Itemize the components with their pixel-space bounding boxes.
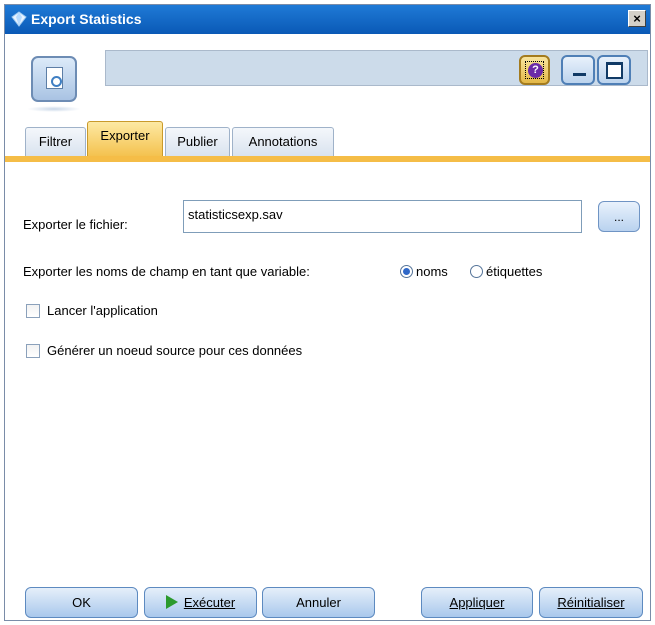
dialog-window: Export Statistics × ? Filtrer Exporter P…: [4, 4, 651, 621]
run-button[interactable]: Exécuter: [144, 587, 257, 618]
play-icon: [165, 595, 178, 609]
launch-application-checkbox[interactable]: [26, 304, 40, 318]
export-panel: Exporter le fichier: statisticsexp.sav .…: [5, 162, 650, 562]
minimize-icon: [573, 73, 586, 76]
field-names-label: Exporter les noms de champ en tant que v…: [23, 264, 310, 279]
tab-publier[interactable]: Publier: [165, 127, 230, 156]
export-file-input[interactable]: statisticsexp.sav: [183, 200, 582, 233]
generate-source-node-label: Générer un noeud source pour ces données: [47, 343, 303, 358]
apply-button-label: Appliquer: [449, 595, 505, 610]
app-diamond-icon: [11, 11, 27, 27]
help-button[interactable]: ?: [519, 55, 550, 85]
maximize-icon: [606, 62, 623, 79]
title-bar[interactable]: Export Statistics ×: [5, 5, 650, 34]
export-file-label: Exporter le fichier:: [23, 217, 128, 232]
tab-strip: Filtrer Exporter Publier Annotations: [5, 120, 650, 156]
window-title: Export Statistics: [31, 11, 142, 27]
tab-annotations[interactable]: Annotations: [232, 127, 334, 156]
radio-noms-label: noms: [416, 264, 448, 279]
reset-button[interactable]: Réinitialiser: [539, 587, 643, 618]
help-icon: ?: [528, 63, 543, 78]
run-button-label: Exécuter: [183, 595, 236, 610]
cancel-button[interactable]: Annuler: [262, 587, 375, 618]
minimize-button[interactable]: [561, 55, 595, 85]
maximize-button[interactable]: [597, 55, 631, 85]
reset-button-label: Réinitialiser: [557, 595, 625, 610]
radio-etiquettes-label: étiquettes: [486, 264, 543, 279]
node-icon-shadow: [27, 106, 81, 112]
close-window-button[interactable]: ×: [628, 10, 646, 27]
radio-etiquettes[interactable]: [470, 265, 483, 278]
apply-button[interactable]: Appliquer: [421, 587, 533, 618]
generate-source-node-checkbox[interactable]: [26, 344, 40, 358]
tab-filtrer[interactable]: Filtrer: [25, 127, 86, 156]
dialog-footer: OK Exécuter Annuler Appliquer Réinitiali…: [5, 580, 650, 622]
radio-noms[interactable]: [400, 265, 413, 278]
launch-application-label: Lancer l'application: [47, 303, 158, 318]
tab-exporter[interactable]: Exporter: [87, 121, 163, 156]
browse-button[interactable]: ...: [598, 201, 640, 232]
ok-button[interactable]: OK: [25, 587, 138, 618]
statistics-export-node-icon: [31, 56, 77, 102]
node-header: ?: [5, 34, 650, 120]
